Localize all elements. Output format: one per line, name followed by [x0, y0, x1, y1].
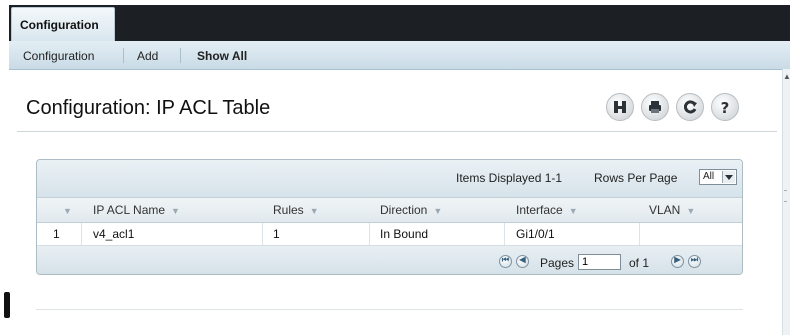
save-icon[interactable]: [606, 93, 634, 121]
select-column-sort-icon[interactable]: ▼: [57, 203, 72, 217]
bottom-divider: [36, 309, 743, 310]
pagination-bar: ⏮ ◀ Pages of 1 ▶ ⏭: [37, 246, 742, 274]
page-count: of 1: [629, 256, 650, 270]
previous-page-icon[interactable]: ◀: [516, 255, 529, 268]
page-title: Configuration: IP ACL Table: [26, 97, 271, 119]
first-page-icon[interactable]: ⏮: [499, 255, 512, 268]
cell-divider: [369, 223, 370, 245]
scrollbar-grip[interactable]: [784, 190, 787, 202]
rows-per-page-select[interactable]: All: [699, 169, 737, 185]
help-icon[interactable]: ?: [711, 93, 739, 121]
sort-icon: ▼: [309, 206, 319, 216]
column-header-rules[interactable]: Rules ▼: [273, 203, 319, 217]
cell-interface: Gi1/0/1: [516, 227, 555, 241]
top-tab-bar: Configuration: [9, 5, 790, 41]
rows-per-page-value: All: [703, 171, 715, 182]
sort-icon: ▼: [433, 206, 443, 216]
sort-icon: ▼: [171, 206, 180, 216]
last-page-icon[interactable]: ⏭: [688, 255, 701, 268]
subnav-separator: [180, 48, 181, 63]
tab-configuration[interactable]: Configuration: [11, 7, 115, 41]
cell-divider: [81, 223, 82, 245]
table-header-row: ▼ IP ACL Name ▼ Rules ▼ Direction ▼ Interfa…: [37, 197, 742, 223]
cell-divider: [639, 223, 640, 245]
page-number-input[interactable]: [578, 254, 621, 270]
column-header-ip-acl-name[interactable]: IP ACL Name ▼: [93, 203, 180, 217]
items-displayed: Items Displayed 1-1: [456, 171, 563, 185]
subnav-show-all[interactable]: Show All: [197, 49, 247, 63]
pages-label: Pages: [540, 256, 575, 270]
subnav-separator: [123, 48, 124, 63]
vertical-scrollbar[interactable]: [782, 69, 790, 335]
table-row[interactable]: 1 v4_acl1 1 In Bound Gi1/0/1: [37, 223, 742, 246]
ip-acl-table: Items Displayed 1-1 Rows Per Page All ▼ …: [36, 159, 743, 275]
scroll-up-arrow-icon[interactable]: ▲: [783, 72, 790, 81]
sort-icon: ▼: [568, 206, 578, 216]
cell-divider: [504, 223, 505, 245]
print-icon[interactable]: [641, 93, 669, 121]
rows-per-page-label: Rows Per Page: [594, 171, 678, 185]
svg-text:?: ?: [721, 99, 730, 115]
row-index: 1: [53, 227, 60, 241]
table-toolbar: Items Displayed 1-1 Rows Per Page All: [37, 160, 742, 197]
cell-ip-acl-name: v4_acl1: [93, 227, 135, 241]
next-page-icon[interactable]: ▶: [671, 255, 684, 268]
panel-resize-handle[interactable]: [4, 292, 10, 318]
column-header-vlan[interactable]: VLAN ▼: [649, 203, 695, 217]
refresh-icon[interactable]: [676, 93, 704, 121]
sort-icon: ▼: [686, 206, 696, 216]
sub-navigation: Configuration Add Show All: [9, 41, 790, 70]
column-header-direction[interactable]: Direction ▼: [380, 203, 442, 217]
cell-rules: 1: [273, 227, 280, 241]
cell-divider: [262, 223, 263, 245]
chevron-down-icon[interactable]: [722, 171, 735, 183]
subnav-configuration[interactable]: Configuration: [23, 49, 94, 63]
subnav-add[interactable]: Add: [137, 49, 158, 63]
cell-direction: In Bound: [380, 227, 429, 241]
column-header-interface[interactable]: Interface ▼: [516, 203, 578, 217]
tab-configuration-label: Configuration: [20, 18, 99, 32]
title-divider: [17, 131, 777, 132]
